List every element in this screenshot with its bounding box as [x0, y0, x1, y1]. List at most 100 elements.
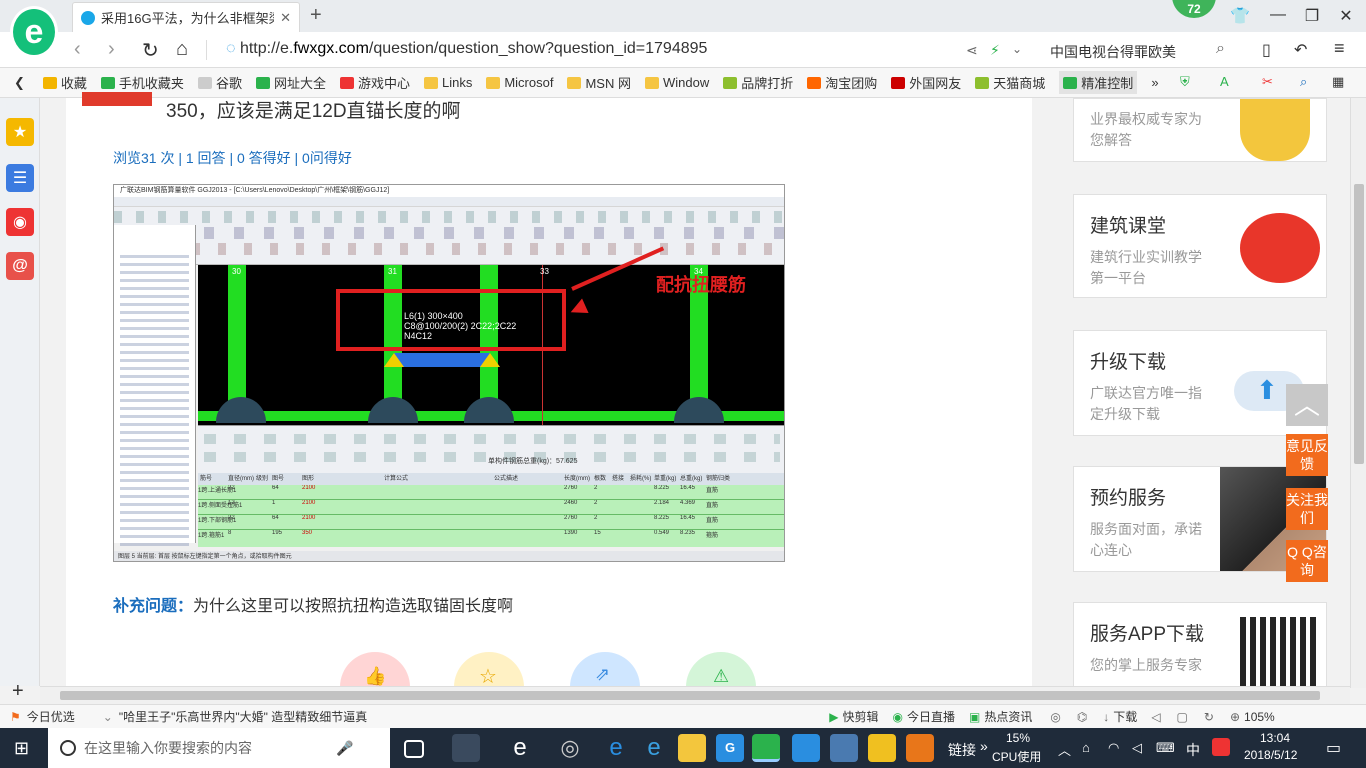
list-icon[interactable]: ☰	[6, 164, 34, 192]
bookmark-game-center[interactable]: 游戏中心	[339, 73, 410, 92]
refresh-icon[interactable]: ↻	[142, 38, 159, 63]
sound-icon[interactable]: ◁	[1151, 710, 1160, 724]
glodon-g-icon[interactable]: G	[716, 734, 744, 762]
horizontal-scrollbar[interactable]	[40, 686, 1350, 704]
sogou-icon[interactable]	[1212, 738, 1230, 756]
active-browser-icon[interactable]	[752, 734, 780, 762]
search-input[interactable]: 中国电视台得罪欧美	[1050, 42, 1176, 62]
windows-start-icon[interactable]: ⊞	[14, 738, 29, 759]
ie-icon[interactable]: e	[640, 734, 668, 762]
table-row[interactable]: 1跨.箍筋1 8 195 350 1390 15 0.549 8.235 箍筋	[198, 530, 784, 545]
bookmark-tmall[interactable]: 天猫商城	[975, 73, 1045, 92]
share-icon[interactable]: ⋖	[966, 42, 978, 59]
bookmark-windows[interactable]: Window	[644, 75, 709, 90]
minimize-button[interactable]: —	[1266, 6, 1290, 24]
news-ticker[interactable]: "哈里王子"乐高世界内"大婚" 造型精致细节逼真	[119, 708, 367, 725]
bookmark-google[interactable]: 谷歌	[197, 73, 242, 92]
ime-indicator[interactable]: 中	[1186, 740, 1200, 760]
back-icon[interactable]: ‹	[74, 38, 81, 61]
new-tab-button[interactable]: +	[310, 4, 322, 27]
document-app-icon[interactable]	[830, 734, 858, 762]
weibo-icon[interactable]: ◉	[6, 208, 34, 236]
shirt-icon[interactable]: 👕	[1228, 6, 1252, 26]
edge-icon[interactable]: e	[602, 734, 630, 762]
restore-button[interactable]: ❐	[1300, 6, 1324, 26]
table-row[interactable]: 1跨.上通长筋1 22 64 2100 2760 2 8.225 16.45 直筋	[198, 485, 784, 500]
browser-logo-icon[interactable]: e	[10, 6, 58, 58]
microphone-icon[interactable]: 🎤	[336, 740, 353, 757]
sync-icon[interactable]: ↻	[1204, 710, 1214, 724]
bookmark-url-directory[interactable]: 网址大全	[255, 73, 326, 92]
quick-cut[interactable]: 快剪辑	[842, 708, 878, 725]
bookmarks-more-icon[interactable]: »	[1151, 75, 1158, 90]
clock-date[interactable]: 2018/5/12	[1244, 748, 1297, 762]
chevron-down-icon[interactable]: ⌄	[1012, 42, 1022, 56]
browser-tab[interactable]: 采用16G平法，为什么非框架梁下 ✕	[72, 2, 300, 32]
bookmark-brand-discount[interactable]: 品牌打折	[723, 73, 793, 92]
bookmarks-scroll-left-icon[interactable]: ❮	[14, 75, 25, 91]
bookmark-precise-control[interactable]: 精准控制	[1059, 71, 1138, 94]
close-window-button[interactable]: ✕	[1334, 6, 1358, 26]
clock-time[interactable]: 13:04	[1250, 731, 1300, 745]
close-tab-icon[interactable]: ✕	[280, 10, 291, 26]
search-icon[interactable]: ⌕	[1216, 40, 1225, 58]
notification-center-icon[interactable]: ▭	[1326, 738, 1341, 758]
cad-canvas[interactable]: 30 31 33 34 L6(1) 300×400 C8@100/200(2) …	[198, 246, 784, 425]
today-live[interactable]: 今日直播	[907, 708, 955, 725]
plus-app-icon[interactable]	[792, 734, 820, 762]
browser-e-icon[interactable]: e	[506, 734, 534, 762]
table-row[interactable]: 1跨.下部钢筋1 22 64 2100 2760 2 8.225 16.45 直筋	[198, 515, 784, 530]
zoom-icon[interactable]: ⌕	[1300, 74, 1307, 90]
window-icon[interactable]: ▢	[1177, 710, 1188, 724]
taskbar-search[interactable]: 在这里输入你要搜索的内容 🎤	[48, 728, 390, 768]
shield-icon[interactable]: ⛨	[1180, 74, 1190, 90]
bookmark-favorites[interactable]: 收藏	[42, 73, 87, 92]
vertical-scrollbar[interactable]	[1350, 98, 1366, 688]
grid-icon[interactable]: ▦	[1332, 74, 1344, 90]
links-more-icon[interactable]: »	[980, 738, 988, 754]
notes-app-icon[interactable]	[868, 734, 896, 762]
clean-icon[interactable]: ⌬	[1077, 710, 1087, 724]
speed-icon[interactable]: ◎	[1050, 710, 1060, 724]
back-to-top-button[interactable]: ︿	[1286, 384, 1328, 426]
chevron-down-icon[interactable]: ⌄	[103, 710, 113, 724]
bookmark-links[interactable]: Links	[423, 75, 472, 90]
zoom-level[interactable]: 105%	[1244, 710, 1275, 724]
lightning-icon[interactable]: ⚡	[990, 42, 1000, 59]
table-row[interactable]: 1跨.侧面受扭筋1 12 1 2100 2460 2 2.184 4.369 直筋	[198, 500, 784, 515]
question-image[interactable]: 广联达BIM钢筋算量软件 GGJ2013 - [C:\Users\Lenovo\…	[113, 184, 785, 562]
bookmark-taobao[interactable]: 淘宝团购	[807, 73, 877, 92]
scrollbar-thumb[interactable]	[1354, 184, 1364, 464]
task-view-icon[interactable]	[404, 740, 424, 758]
home-icon[interactable]: ⌂	[176, 38, 188, 61]
hot-news[interactable]: 热点资讯	[984, 708, 1032, 725]
bookmark-msn[interactable]: MSN 网	[567, 73, 631, 92]
downloads[interactable]: 下载	[1113, 708, 1137, 725]
add-sidebar-icon[interactable]: +	[12, 680, 24, 703]
fan-app-icon[interactable]	[452, 734, 480, 762]
network-icon[interactable]: ⌂	[1082, 740, 1090, 755]
tray-chevron-icon[interactable]: ︿	[1058, 740, 1071, 759]
links-toolbar[interactable]: 链接	[948, 740, 976, 760]
zoom-icon[interactable]: ⊕	[1230, 710, 1240, 724]
bookmark-foreign-users[interactable]: 外国网友	[891, 73, 961, 92]
translate-icon[interactable]: A	[1220, 74, 1229, 89]
phone-icon[interactable]: ▯	[1262, 40, 1271, 60]
forward-icon[interactable]: ›	[108, 38, 115, 61]
bookmark-mobile[interactable]: 手机收藏夹	[100, 73, 184, 92]
wifi-icon[interactable]: ◠	[1108, 740, 1119, 756]
expert-card[interactable]: 业界最权威专家为您解答	[1073, 98, 1327, 162]
spiral-app-icon[interactable]: ◎	[556, 734, 584, 762]
building-class-card[interactable]: 建筑课堂 建筑行业实训教学第一平台	[1073, 194, 1327, 298]
email-icon[interactable]: @	[6, 252, 34, 280]
undo-icon[interactable]: ↶	[1294, 40, 1307, 60]
keyboard-icon[interactable]: ⌨	[1156, 740, 1175, 756]
qq-consult-button[interactable]: Q Q咨询	[1286, 540, 1328, 582]
calculator-app-icon[interactable]	[906, 734, 934, 762]
volume-icon[interactable]: ◁	[1132, 740, 1142, 756]
file-explorer-icon[interactable]	[678, 734, 706, 762]
follow-us-button[interactable]: 关注我们	[1286, 488, 1328, 530]
scrollbar-thumb[interactable]	[60, 691, 1320, 700]
favorites-star-icon[interactable]: ★	[6, 118, 34, 146]
bookmark-microsoft[interactable]: Microsof	[486, 75, 553, 90]
